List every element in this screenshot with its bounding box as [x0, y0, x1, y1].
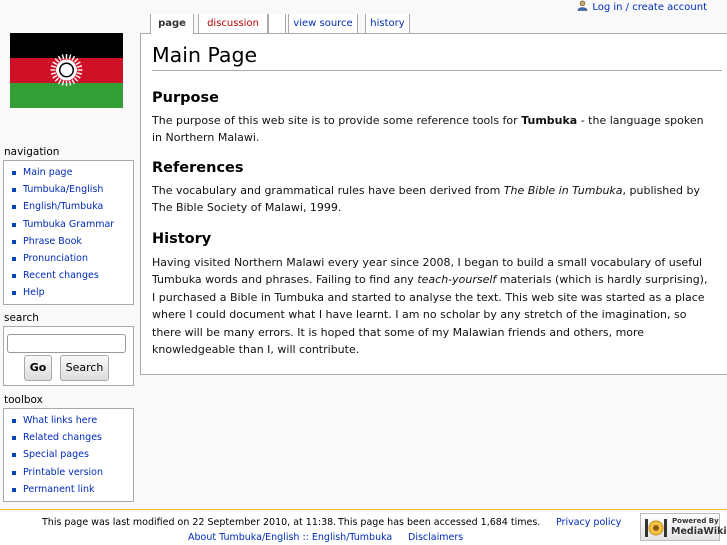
- mediawiki-flower-icon: [645, 519, 667, 537]
- nav-english-tumbuka[interactable]: English/Tumbuka: [4, 198, 133, 215]
- nav-tumbuka-grammar[interactable]: Tumbuka Grammar: [4, 216, 133, 233]
- search-button[interactable]: Search: [60, 355, 109, 381]
- nav-phrase-book[interactable]: Phrase Book: [4, 233, 133, 250]
- privacy-policy-link[interactable]: Privacy policy: [556, 516, 621, 530]
- navigation-title: navigation: [4, 146, 60, 158]
- navigation-portlet: Main page Tumbuka/English English/Tumbuk…: [3, 160, 134, 305]
- nav-help[interactable]: Help: [4, 284, 133, 301]
- tool-what-links-here[interactable]: What links here: [4, 412, 133, 429]
- tab-spacer: [268, 14, 286, 33]
- section-heading-history: History: [152, 231, 212, 247]
- powered-by-mediawiki-badge[interactable]: Powered By MediaWiki: [640, 513, 727, 541]
- section-heading-purpose: Purpose: [152, 90, 219, 106]
- section-text-references: The vocabulary and grammatical rules hav…: [152, 184, 701, 215]
- personal-tools: Log in / create account: [577, 0, 707, 13]
- search-title: search: [4, 312, 39, 324]
- tab-view-source[interactable]: view source: [288, 14, 358, 33]
- search-input[interactable]: [7, 334, 126, 353]
- content-area: Main Page Purpose The purpose of this we…: [140, 33, 727, 375]
- tool-special-pages[interactable]: Special pages: [4, 446, 133, 463]
- nav-main-page[interactable]: Main page: [4, 164, 133, 181]
- user-icon: [578, 0, 588, 11]
- tab-discussion[interactable]: discussion: [198, 14, 268, 33]
- tab-page[interactable]: page: [150, 14, 194, 34]
- tool-permanent-link[interactable]: Permanent link: [4, 481, 133, 498]
- footer-view-count: This page has been accessed 1,684 times.: [338, 517, 541, 528]
- section-text-history: Having visited Northern Malawi every yea…: [152, 256, 708, 357]
- tab-history[interactable]: history: [365, 14, 410, 33]
- site-logo[interactable]: [10, 33, 123, 108]
- footer-last-modified: This page was last modified on 22 Septem…: [42, 517, 337, 528]
- nav-pronunciation[interactable]: Pronunciation: [4, 250, 133, 267]
- section-text-purpose: The purpose of this web site is to provi…: [152, 114, 704, 145]
- nav-recent-changes[interactable]: Recent changes: [4, 267, 133, 284]
- badge-mediawiki: MediaWiki: [671, 526, 727, 537]
- section-heading-references: References: [152, 160, 244, 176]
- login-link[interactable]: Log in / create account: [592, 2, 707, 13]
- nav-tumbuka-english[interactable]: Tumbuka/English: [4, 181, 133, 198]
- disclaimers-link[interactable]: Disclaimers: [408, 531, 463, 545]
- about-link[interactable]: About Tumbuka/English :: English/Tumbuka: [188, 531, 392, 545]
- tool-printable-version[interactable]: Printable version: [4, 464, 133, 481]
- go-button[interactable]: Go: [24, 355, 52, 381]
- badge-powered-by: Powered By: [672, 517, 719, 525]
- tool-related-changes[interactable]: Related changes: [4, 429, 133, 446]
- toolbox-portlet: What links here Related changes Special …: [3, 408, 134, 502]
- toolbox-title: toolbox: [4, 394, 43, 406]
- footer: This page was last modified on 22 Septem…: [0, 509, 727, 545]
- page-title: Main Page: [152, 40, 722, 71]
